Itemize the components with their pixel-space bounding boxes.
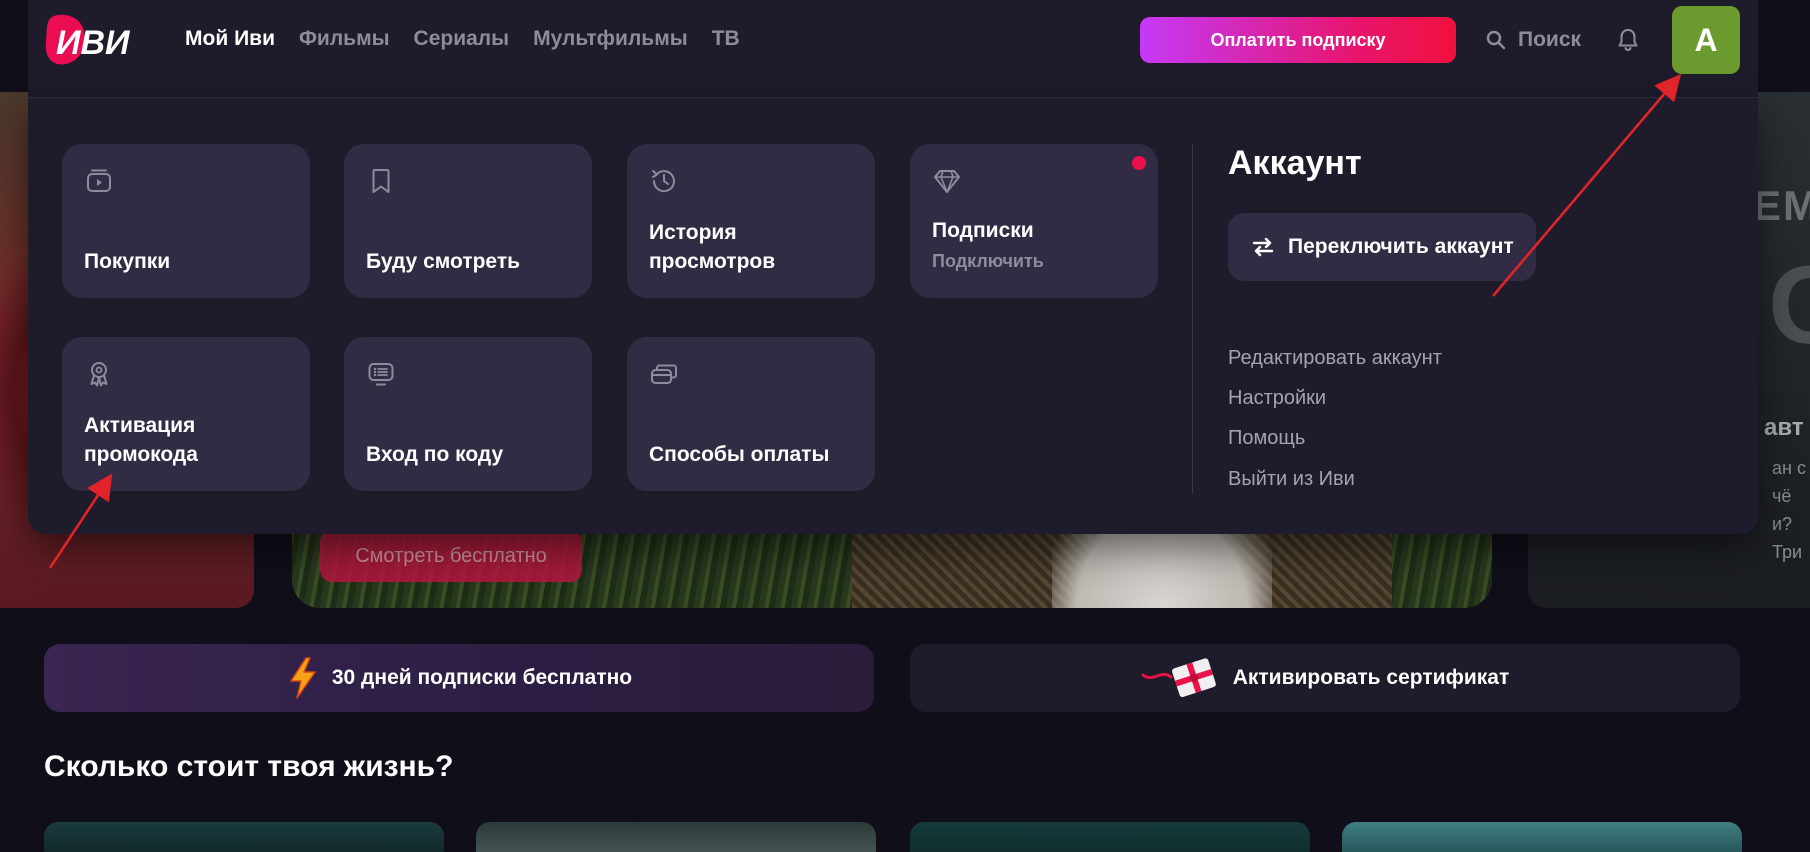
- link-help[interactable]: Помощь: [1228, 427, 1305, 450]
- tile-subscriptions-title: Подписки: [932, 219, 1034, 242]
- account-title: Аккаунт: [1228, 144, 1362, 182]
- switch-account-button[interactable]: Переключить аккаунт: [1228, 213, 1536, 281]
- main-nav: Мой Иви Фильмы Сериалы Мультфильмы ТВ: [185, 0, 764, 78]
- link-logout[interactable]: Выйти из Иви: [1228, 468, 1355, 491]
- movie-thumb-3[interactable]: [910, 822, 1310, 852]
- award-icon: [90, 362, 108, 387]
- tile-history[interactable]: История просмотров: [627, 144, 875, 298]
- pay-subscription-button[interactable]: Оплатить подписку: [1140, 17, 1456, 63]
- tile-promo-code[interactable]: Активация промокода: [62, 337, 310, 491]
- movie-thumb-2[interactable]: [476, 822, 876, 852]
- hero-right-text-1: ЕМ: [1753, 182, 1810, 229]
- activate-certificate-banner[interactable]: Активировать сертификат: [910, 644, 1740, 712]
- tile-payment-methods-label: Способы оплаты: [649, 443, 830, 466]
- notification-dot: [1132, 156, 1146, 170]
- tile-subscriptions[interactable]: Подписки Подключить: [910, 144, 1158, 298]
- tile-login-by-code-label: Вход по коду: [366, 443, 504, 466]
- svg-text:ИВИ: ИВИ: [56, 24, 131, 62]
- tile-history-label: История просмотров: [649, 221, 776, 273]
- hero-right-text-4: ан с чё и? Три: [1772, 458, 1806, 562]
- movie-thumb-1[interactable]: [44, 822, 444, 852]
- switch-arrows-icon: [1252, 237, 1274, 257]
- nav-tv[interactable]: ТВ: [712, 27, 740, 51]
- tile-payment-methods[interactable]: Способы оплаты: [627, 337, 875, 491]
- hero-right-text-3: авт: [1764, 414, 1804, 441]
- nav-series[interactable]: Сериалы: [414, 27, 510, 51]
- bell-icon: [1618, 29, 1638, 52]
- link-edit-account[interactable]: Редактировать аккаунт: [1228, 347, 1442, 370]
- free-subscription-label: 30 дней подписки бесплатно: [331, 666, 633, 689]
- tile-watch-later[interactable]: Буду смотреть: [344, 144, 592, 298]
- section-title: Сколько стоит твоя жизнь?: [44, 750, 454, 783]
- ivi-logo[interactable]: ИВИ: [44, 14, 142, 66]
- menu-divider: [1192, 144, 1193, 494]
- tile-watch-later-label: Буду смотреть: [366, 250, 521, 273]
- lightning-icon: [290, 657, 316, 699]
- cards-icon: [651, 364, 677, 384]
- tile-subscriptions-label: Подписки Подключить: [932, 216, 1142, 276]
- search-button[interactable]: Поиск: [1486, 22, 1581, 58]
- search-label: Поиск: [1518, 28, 1582, 51]
- notifications-button[interactable]: [1614, 26, 1642, 54]
- profile-avatar[interactable]: A: [1672, 6, 1740, 74]
- tile-subscriptions-sub: Подключить: [932, 251, 1044, 271]
- search-icon: [1486, 30, 1506, 50]
- history-icon: [652, 170, 675, 193]
- tile-purchases-label: Покупки: [84, 250, 171, 273]
- switch-account-label: Переключить аккаунт: [1288, 235, 1514, 258]
- link-settings[interactable]: Настройки: [1228, 387, 1326, 410]
- tile-login-by-code[interactable]: Вход по коду: [344, 337, 592, 491]
- tile-purchases[interactable]: Покупки: [62, 144, 310, 298]
- purchases-icon: [87, 169, 111, 192]
- tv-code-icon: [368, 363, 394, 386]
- activate-certificate-label: Активировать сертификат: [1232, 666, 1510, 689]
- bookmark-icon: [372, 169, 390, 193]
- nav-movies[interactable]: Фильмы: [299, 27, 390, 51]
- free-subscription-banner[interactable]: 30 дней подписки бесплатно: [44, 644, 874, 712]
- nav-my-ivi[interactable]: Мой Иви: [185, 27, 275, 51]
- watch-free-button[interactable]: Смотреть бесплатно: [320, 530, 582, 582]
- tile-promo-code-label: Активация промокода: [84, 414, 198, 466]
- diamond-icon: [934, 170, 960, 193]
- movie-thumb-4[interactable]: [1342, 822, 1742, 852]
- nav-cartoons[interactable]: Мультфильмы: [533, 27, 688, 51]
- ivi-logo-icon: ИВИ: [45, 14, 131, 65]
- hero-right-text-2: О: [1768, 242, 1810, 369]
- gift-certificate-icon: [1141, 658, 1216, 698]
